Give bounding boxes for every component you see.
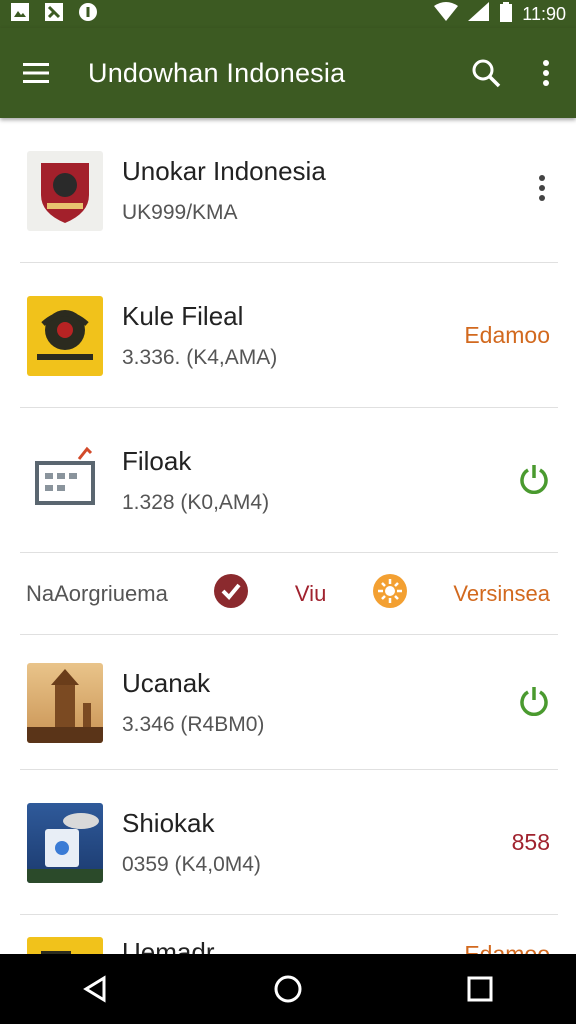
recents-button[interactable] <box>430 954 530 1024</box>
menu-button[interactable] <box>0 28 72 118</box>
chip-label[interactable]: Viu <box>295 581 326 607</box>
app-bar: Undowhan Indonesia <box>0 28 576 118</box>
temple-thumbnail <box>27 662 103 743</box>
list-item[interactable]: Kule Fileal 3.336. (K4,AMA) Edamoo <box>0 263 576 408</box>
search-button[interactable] <box>456 28 516 118</box>
calendar-thumbnail <box>27 440 103 521</box>
back-button[interactable] <box>46 954 146 1024</box>
back-icon <box>83 975 106 1003</box>
item-subtitle: 3.336. (K4,AMA) <box>122 346 278 369</box>
more-vert-icon <box>539 174 545 201</box>
check-icon <box>214 574 249 608</box>
item-status: Edamoo <box>464 322 550 348</box>
item-subtitle: 1.328 (K0,AM4) <box>122 491 270 514</box>
recents-icon <box>467 976 493 1002</box>
power-icon <box>520 464 548 494</box>
sun-chip-button[interactable] <box>372 573 408 615</box>
home-icon <box>274 975 302 1003</box>
list-item[interactable]: Unokar Indonesia UK999/KMA <box>0 118 576 263</box>
item-title: Ucanak <box>122 668 211 698</box>
list-item[interactable]: Ucanak 3.346 (R4BM0) <box>0 635 576 770</box>
app-title: Undowhan Indonesia <box>88 57 346 88</box>
item-title: Kule Fileal <box>122 301 244 331</box>
check-chip-button[interactable] <box>213 573 249 615</box>
image-notification-icon <box>44 2 64 27</box>
item-status: Edamoo <box>464 941 550 954</box>
hamburger-icon <box>23 63 49 83</box>
power-icon <box>520 686 548 716</box>
gallery-notification-icon <box>10 2 30 27</box>
app-thumbnail <box>27 802 103 883</box>
search-icon <box>472 59 501 88</box>
item-list: Unokar Indonesia UK999/KMA Kule Fileal 3… <box>0 118 576 954</box>
item-count: 858 <box>511 829 550 855</box>
list-item[interactable]: Filoak 1.328 (K0,AM4) <box>0 408 576 553</box>
item-title: Shiokak <box>122 808 215 838</box>
signal-icon <box>468 1 490 27</box>
filter-chips: NaAorgriuema Viu Versinsea <box>0 553 576 635</box>
item-subtitle: 3.346 (R4BM0) <box>122 713 265 736</box>
item-title: Filoak <box>122 446 192 476</box>
navigation-bar <box>0 954 576 1024</box>
status-bar: 11:90 <box>0 0 576 28</box>
garuda-thumbnail <box>27 295 103 376</box>
app-thumbnail <box>27 937 103 954</box>
item-title: Uemadr <box>122 937 215 954</box>
app-notification-icon <box>78 2 98 27</box>
power-button[interactable] <box>426 462 576 500</box>
item-more-button[interactable] <box>426 174 576 208</box>
item-subtitle: UK999/KMA <box>122 201 238 224</box>
more-vert-icon <box>543 60 549 86</box>
power-button[interactable] <box>426 684 576 722</box>
battery-icon <box>500 1 513 27</box>
list-item[interactable]: Uemadr Edamoo <box>0 915 576 954</box>
emblem-thumbnail <box>27 150 103 231</box>
wifi-icon <box>434 1 459 27</box>
chip-label[interactable]: Versinsea <box>453 581 550 607</box>
item-title: Unokar Indonesia <box>122 156 326 186</box>
chip-label[interactable]: NaAorgriuema <box>26 581 168 607</box>
overflow-menu-button[interactable] <box>516 28 576 118</box>
sun-icon <box>372 574 407 608</box>
list-item[interactable]: Shiokak 0359 (K4,0M4) 858 <box>0 770 576 915</box>
item-subtitle: 0359 (K4,0M4) <box>122 853 261 876</box>
status-time: 11:90 <box>522 3 566 24</box>
home-button[interactable] <box>238 954 338 1024</box>
